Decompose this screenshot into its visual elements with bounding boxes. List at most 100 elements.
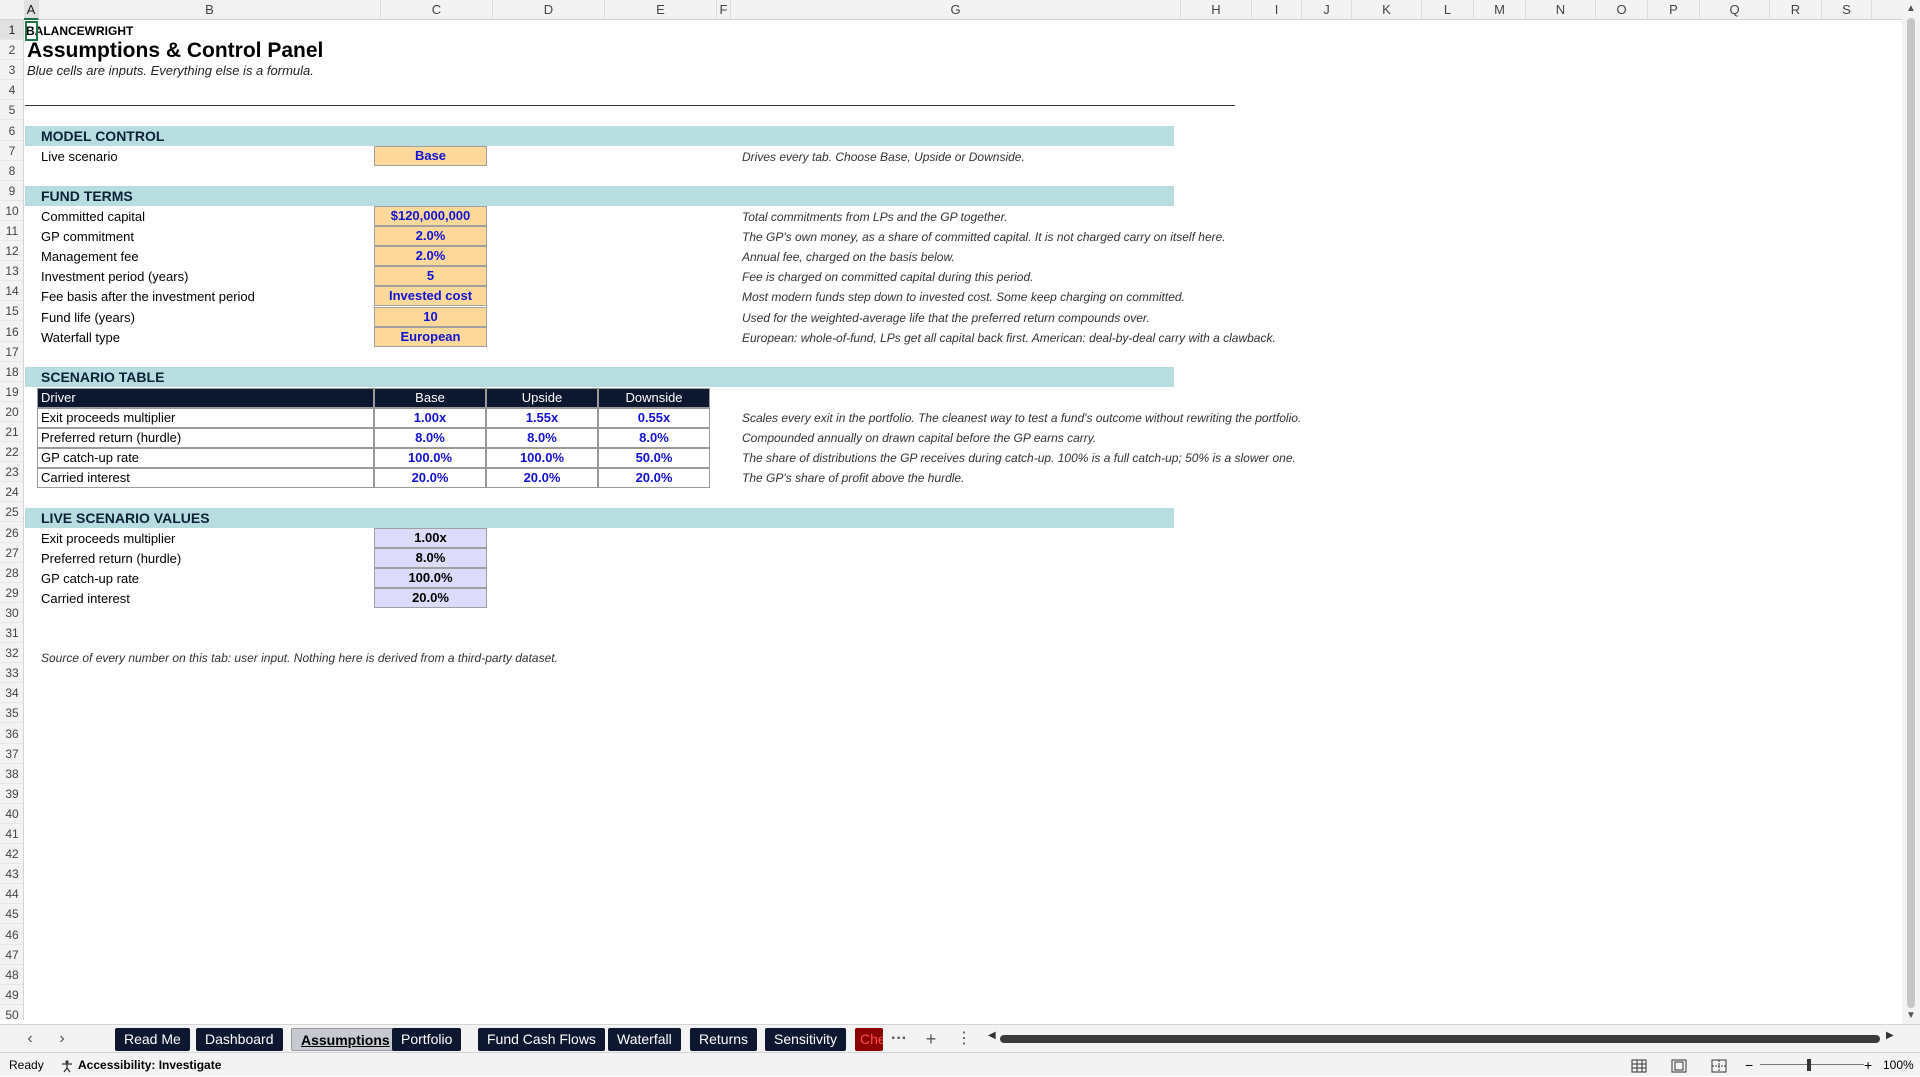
scenario-value[interactable]: 1.55x: [486, 408, 598, 429]
row-header[interactable]: 31: [0, 623, 23, 643]
horizontal-scroll-thumb[interactable]: [1000, 1035, 1880, 1043]
live-scenario-note[interactable]: Drives every tab. Choose Base, Upside or…: [742, 147, 1025, 167]
sheet-tab[interactable]: Portfolio: [392, 1028, 462, 1051]
accessibility-status[interactable]: Accessibility: Investigate: [78, 1053, 221, 1077]
row-header[interactable]: 35: [0, 703, 23, 724]
column-header[interactable]: J: [1302, 0, 1352, 20]
add-sheet-icon[interactable]: +: [921, 1029, 941, 1049]
fund-term-label[interactable]: Waterfall type: [41, 328, 120, 348]
live-value-label[interactable]: GP catch-up rate: [41, 569, 139, 589]
scenario-driver[interactable]: Carried interest: [37, 468, 374, 489]
row-header[interactable]: 10: [0, 201, 23, 221]
zoom-out-icon[interactable]: −: [1745, 1053, 1753, 1077]
row-header[interactable]: 37: [0, 744, 23, 764]
row-header[interactable]: 42: [0, 844, 23, 865]
scenario-value[interactable]: 8.0%: [486, 428, 598, 449]
fund-term-input[interactable]: 2.0%: [374, 246, 487, 267]
scenario-note[interactable]: The GP's share of profit above the hurdl…: [742, 468, 964, 488]
row-header[interactable]: 2: [0, 40, 23, 61]
fund-term-note[interactable]: Used for the weighted-average life that …: [742, 308, 1150, 328]
row-header[interactable]: 36: [0, 724, 23, 744]
column-header[interactable]: G: [731, 0, 1181, 20]
fund-term-input[interactable]: 10: [374, 306, 487, 327]
fund-term-input[interactable]: $120,000,000: [374, 206, 487, 226]
fund-term-input[interactable]: European: [374, 326, 487, 347]
column-header[interactable]: E: [605, 0, 717, 20]
row-header[interactable]: 7: [0, 141, 23, 161]
page-subtitle[interactable]: Blue cells are inputs. Everything else i…: [27, 61, 314, 81]
column-header[interactable]: A: [24, 0, 39, 20]
row-header[interactable]: 21: [0, 422, 23, 442]
scenario-driver[interactable]: Preferred return (hurdle): [37, 428, 374, 449]
fund-term-label[interactable]: Management fee: [41, 247, 139, 267]
page-break-view-icon[interactable]: [1711, 1053, 1727, 1077]
live-value-label[interactable]: Preferred return (hurdle): [41, 549, 181, 569]
row-header[interactable]: 28: [0, 563, 23, 583]
scenario-note[interactable]: Compounded annually on drawn capital bef…: [742, 428, 1096, 448]
row-header[interactable]: 32: [0, 643, 23, 664]
row-header[interactable]: 22: [0, 442, 23, 463]
sheet-tab[interactable]: Sensitivity: [765, 1028, 847, 1051]
sheet-tab[interactable]: Read Me: [115, 1028, 190, 1051]
scenario-value[interactable]: 8.0%: [598, 428, 710, 449]
row-header[interactable]: 16: [0, 322, 23, 342]
column-header[interactable]: Q: [1700, 0, 1770, 20]
row-header[interactable]: 33: [0, 663, 23, 684]
fund-term-input[interactable]: Invested cost: [374, 286, 487, 307]
scenario-value[interactable]: 100.0%: [486, 448, 598, 469]
sheet-tab[interactable]: Waterfall: [608, 1028, 681, 1051]
scenario-value[interactable]: 20.0%: [598, 468, 710, 489]
zoom-level[interactable]: 100%: [1883, 1053, 1914, 1077]
live-value-label[interactable]: Carried interest: [41, 589, 130, 609]
scroll-up-icon[interactable]: ▲: [1906, 3, 1916, 14]
column-header[interactable]: N: [1526, 0, 1596, 20]
row-header[interactable]: 12: [0, 241, 23, 262]
row-header[interactable]: 17: [0, 342, 23, 362]
fund-term-label[interactable]: Fee basis after the investment period: [41, 287, 255, 307]
live-value-label[interactable]: Exit proceeds multiplier: [41, 529, 175, 549]
tab-options-icon[interactable]: ⋮: [954, 1029, 974, 1049]
row-header[interactable]: 5: [0, 100, 23, 121]
fund-term-note[interactable]: The GP's own money, as a share of commit…: [742, 227, 1226, 247]
source-note[interactable]: Source of every number on this tab: user…: [41, 648, 558, 668]
row-header[interactable]: 8: [0, 161, 23, 181]
scenario-note[interactable]: The share of distributions the GP receiv…: [742, 448, 1296, 468]
row-header[interactable]: 41: [0, 824, 23, 844]
row-header[interactable]: 49: [0, 985, 23, 1005]
tab-scroll-left-icon[interactable]: ‹: [20, 1029, 40, 1049]
column-header[interactable]: M: [1474, 0, 1526, 20]
row-header[interactable]: 34: [0, 683, 23, 704]
zoom-in-icon[interactable]: +: [1864, 1053, 1872, 1077]
row-header[interactable]: 45: [0, 904, 23, 925]
row-header[interactable]: 39: [0, 784, 23, 804]
column-header[interactable]: O: [1596, 0, 1648, 20]
scenario-value[interactable]: 8.0%: [374, 428, 486, 449]
live-value-cell[interactable]: 1.00x: [374, 528, 487, 548]
row-header[interactable]: 44: [0, 884, 23, 905]
vertical-scroll-thumb[interactable]: [1907, 18, 1915, 1008]
fund-term-input[interactable]: 2.0%: [374, 226, 487, 247]
row-header[interactable]: 26: [0, 523, 23, 543]
sheet-tab[interactable]: Che: [855, 1028, 883, 1051]
row-header[interactable]: 20: [0, 402, 23, 422]
live-value-cell[interactable]: 100.0%: [374, 568, 487, 589]
row-header[interactable]: 4: [0, 80, 23, 101]
hscroll-left-icon[interactable]: ◀: [988, 1030, 996, 1041]
row-header[interactable]: 3: [0, 60, 23, 81]
row-header[interactable]: 40: [0, 804, 23, 824]
fund-term-note[interactable]: Total commitments from LPs and the GP to…: [742, 207, 1007, 227]
fund-term-note[interactable]: Most modern funds step down to invested …: [742, 287, 1185, 307]
row-header[interactable]: 15: [0, 301, 23, 322]
row-header[interactable]: 18: [0, 362, 23, 382]
column-header[interactable]: K: [1352, 0, 1422, 20]
row-header[interactable]: 30: [0, 603, 23, 623]
column-header[interactable]: L: [1422, 0, 1474, 20]
scenario-value[interactable]: 100.0%: [374, 448, 486, 469]
accessibility-icon[interactable]: [60, 1053, 74, 1077]
live-scenario-label[interactable]: Live scenario: [41, 147, 118, 167]
sheet-tab[interactable]: Dashboard: [196, 1028, 283, 1051]
horizontal-scrollbar[interactable]: ◀ ▶: [988, 1030, 1894, 1045]
fund-term-label[interactable]: Committed capital: [41, 207, 145, 227]
sheet-tab[interactable]: Fund Cash Flows: [478, 1028, 605, 1051]
fund-term-label[interactable]: GP commitment: [41, 227, 134, 247]
